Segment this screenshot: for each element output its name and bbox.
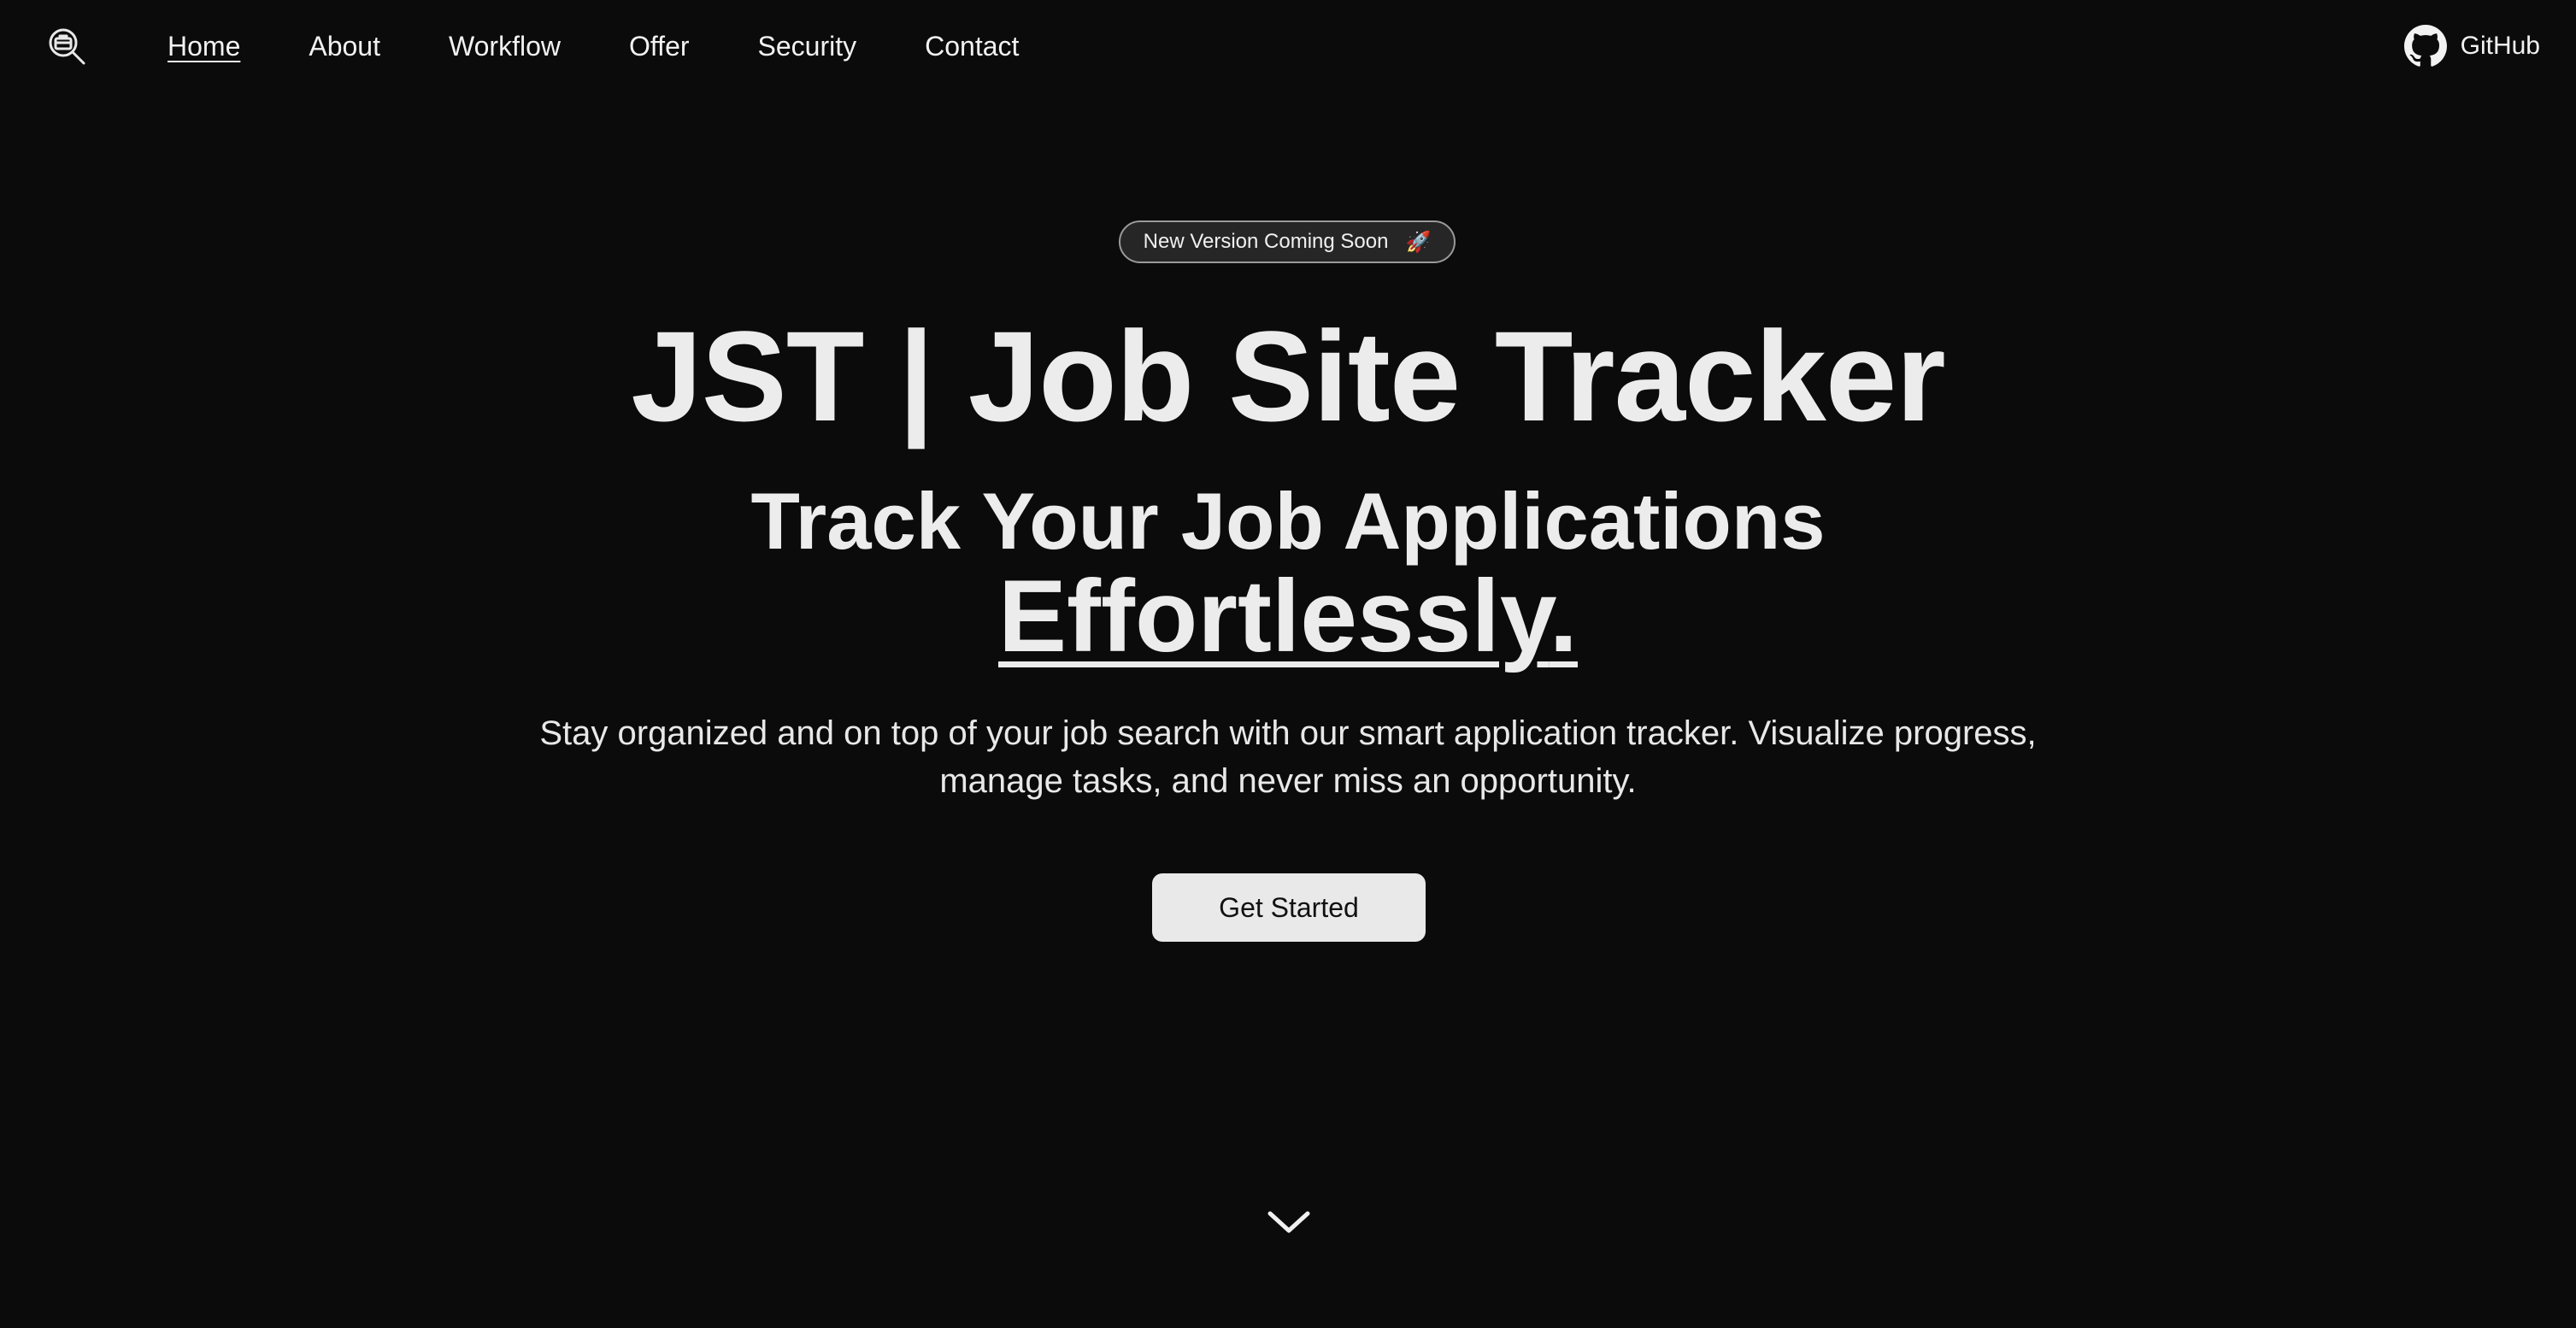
github-icon bbox=[2403, 25, 2447, 67]
nav-link-about[interactable]: About bbox=[309, 31, 380, 62]
nav-link-offer[interactable]: Offer bbox=[629, 31, 690, 62]
hero-subtitle: Track Your Job Applications bbox=[750, 476, 1826, 566]
nav-link-contact[interactable]: Contact bbox=[925, 31, 1019, 62]
nav-link-workflow[interactable]: Workflow bbox=[449, 31, 561, 62]
page-title: JST | Job Site Tracker bbox=[631, 304, 1945, 448]
github-label: GitHub bbox=[2460, 32, 2540, 60]
landing-page: Home About Workflow Offer Security Conta… bbox=[0, 0, 2576, 1328]
rocket-icon: 🚀 bbox=[1405, 230, 1432, 254]
nav-link-home[interactable]: Home bbox=[168, 31, 240, 62]
new-version-badge: New Version Coming Soon 🚀 bbox=[1119, 220, 1456, 263]
github-link[interactable]: GitHub bbox=[2403, 24, 2540, 68]
scroll-down-button[interactable] bbox=[1265, 1207, 1313, 1237]
nav-link-security[interactable]: Security bbox=[758, 31, 857, 62]
badge-label: New Version Coming Soon bbox=[1143, 230, 1389, 253]
hero-description: Stay organized and on top of your job se… bbox=[539, 714, 2037, 800]
chevron-down-icon bbox=[1267, 1211, 1310, 1233]
hero-highlight: Effortlessly. bbox=[0, 561, 2576, 672]
top-navbar: Home About Workflow Offer Security Conta… bbox=[0, 0, 2576, 92]
highlight-word: Effortlessly bbox=[998, 559, 1550, 673]
get-started-button[interactable]: Get Started bbox=[1152, 873, 1426, 942]
magnifier-briefcase-icon[interactable] bbox=[46, 26, 87, 67]
highlight-suffix: . bbox=[1549, 559, 1578, 673]
nav-links: Home About Workflow Offer Security Conta… bbox=[168, 0, 1087, 92]
